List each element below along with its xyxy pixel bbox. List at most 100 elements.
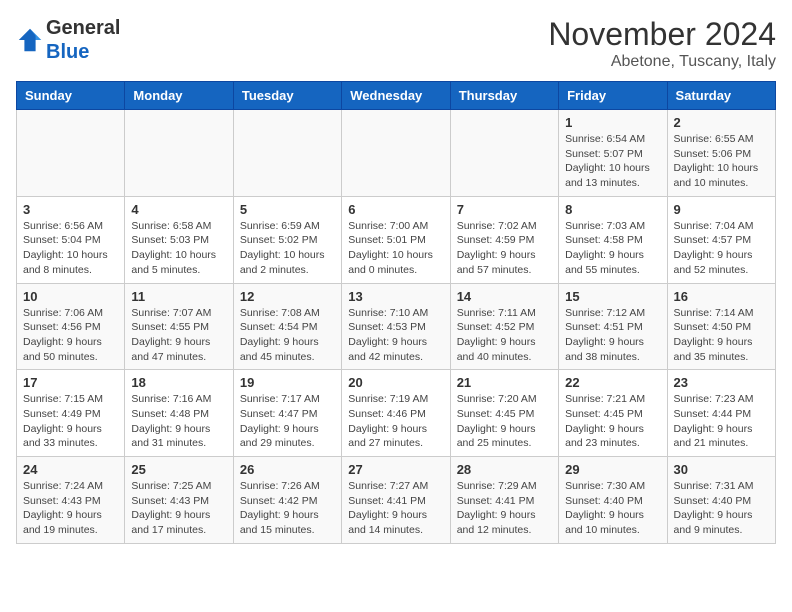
- calendar-cell: 2 Sunrise: 6:55 AM Sunset: 5:06 PM Daylig…: [667, 110, 775, 197]
- day-info: Sunrise: 7:20 AM Sunset: 4:45 PM Dayligh…: [457, 392, 552, 451]
- day-number: 3: [23, 202, 118, 217]
- day-info: Sunrise: 7:12 AM Sunset: 4:51 PM Dayligh…: [565, 306, 660, 365]
- calendar-cell: 29 Sunrise: 7:30 AM Sunset: 4:40 PM Dayli…: [559, 457, 667, 544]
- weekday-header: Thursday: [450, 82, 558, 110]
- calendar-header: SundayMondayTuesdayWednesdayThursdayFrid…: [17, 82, 776, 110]
- day-info: Sunrise: 7:10 AM Sunset: 4:53 PM Dayligh…: [348, 306, 443, 365]
- calendar-week-row: 1 Sunrise: 6:54 AM Sunset: 5:07 PM Daylig…: [17, 110, 776, 197]
- calendar-cell: 5 Sunrise: 6:59 AM Sunset: 5:02 PM Daylig…: [233, 196, 341, 283]
- day-number: 2: [674, 115, 769, 130]
- day-info: Sunrise: 7:03 AM Sunset: 4:58 PM Dayligh…: [565, 219, 660, 278]
- calendar-cell: 23 Sunrise: 7:23 AM Sunset: 4:44 PM Dayli…: [667, 370, 775, 457]
- day-number: 14: [457, 289, 552, 304]
- calendar-week-row: 24 Sunrise: 7:24 AM Sunset: 4:43 PM Dayli…: [17, 457, 776, 544]
- day-info: Sunrise: 7:31 AM Sunset: 4:40 PM Dayligh…: [674, 479, 769, 538]
- day-number: 29: [565, 462, 660, 477]
- calendar-cell: [125, 110, 233, 197]
- location: Abetone, Tuscany, Italy: [548, 53, 776, 71]
- day-number: 26: [240, 462, 335, 477]
- day-info: Sunrise: 7:11 AM Sunset: 4:52 PM Dayligh…: [457, 306, 552, 365]
- calendar-cell: 26Sunrise: 7:26 AM Sunset: 4:42 PM Dayli…: [233, 457, 341, 544]
- day-number: 27: [348, 462, 443, 477]
- month-title: November 2024: [548, 16, 776, 53]
- calendar-cell: 8 Sunrise: 7:03 AM Sunset: 4:58 PM Daylig…: [559, 196, 667, 283]
- day-number: 21: [457, 375, 552, 390]
- day-info: Sunrise: 7:29 AM Sunset: 4:41 PM Dayligh…: [457, 479, 552, 538]
- page-header: General Blue November 2024 Abetone, Tusc…: [16, 16, 776, 71]
- calendar-cell: [450, 110, 558, 197]
- day-info: Sunrise: 6:59 AM Sunset: 5:02 PM Dayligh…: [240, 219, 335, 278]
- day-info: Sunrise: 7:06 AM Sunset: 4:56 PM Dayligh…: [23, 306, 118, 365]
- day-info: Sunrise: 7:21 AM Sunset: 4:45 PM Dayligh…: [565, 392, 660, 451]
- day-number: 30: [674, 462, 769, 477]
- calendar-cell: [342, 110, 450, 197]
- day-info: Sunrise: 7:14 AM Sunset: 4:50 PM Dayligh…: [674, 306, 769, 365]
- calendar-week-row: 17Sunrise: 7:15 AM Sunset: 4:49 PM Dayli…: [17, 370, 776, 457]
- calendar-cell: 12 Sunrise: 7:08 AM Sunset: 4:54 PM Dayli…: [233, 283, 341, 370]
- day-number: 15: [565, 289, 660, 304]
- calendar-cell: 1 Sunrise: 6:54 AM Sunset: 5:07 PM Daylig…: [559, 110, 667, 197]
- day-info: Sunrise: 7:25 AM Sunset: 4:43 PM Dayligh…: [131, 479, 226, 538]
- day-info: Sunrise: 7:02 AM Sunset: 4:59 PM Dayligh…: [457, 219, 552, 278]
- calendar-cell: 25 Sunrise: 7:25 AM Sunset: 4:43 PM Dayli…: [125, 457, 233, 544]
- day-info: Sunrise: 7:27 AM Sunset: 4:41 PM Dayligh…: [348, 479, 443, 538]
- day-number: 16: [674, 289, 769, 304]
- day-number: 12: [240, 289, 335, 304]
- day-info: Sunrise: 6:54 AM Sunset: 5:07 PM Dayligh…: [565, 132, 660, 191]
- day-number: 11: [131, 289, 226, 304]
- day-number: 23: [674, 375, 769, 390]
- day-number: 20: [348, 375, 443, 390]
- day-number: 5: [240, 202, 335, 217]
- calendar-cell: 16 Sunrise: 7:14 AM Sunset: 4:50 PM Dayli…: [667, 283, 775, 370]
- calendar-cell: [17, 110, 125, 197]
- day-info: Sunrise: 6:56 AM Sunset: 5:04 PM Dayligh…: [23, 219, 118, 278]
- calendar-cell: 20Sunrise: 7:19 AM Sunset: 4:46 PM Dayli…: [342, 370, 450, 457]
- calendar-table: SundayMondayTuesdayWednesdayThursdayFrid…: [16, 81, 776, 544]
- calendar-cell: 24 Sunrise: 7:24 AM Sunset: 4:43 PM Dayli…: [17, 457, 125, 544]
- header-row: SundayMondayTuesdayWednesdayThursdayFrid…: [17, 82, 776, 110]
- weekday-header: Wednesday: [342, 82, 450, 110]
- day-number: 28: [457, 462, 552, 477]
- calendar-cell: 27 Sunrise: 7:27 AM Sunset: 4:41 PM Dayli…: [342, 457, 450, 544]
- calendar-cell: 9Sunrise: 7:04 AM Sunset: 4:57 PM Daylig…: [667, 196, 775, 283]
- calendar-cell: 17Sunrise: 7:15 AM Sunset: 4:49 PM Dayli…: [17, 370, 125, 457]
- day-number: 17: [23, 375, 118, 390]
- day-info: Sunrise: 6:55 AM Sunset: 5:06 PM Dayligh…: [674, 132, 769, 191]
- day-info: Sunrise: 7:30 AM Sunset: 4:40 PM Dayligh…: [565, 479, 660, 538]
- calendar-cell: 7Sunrise: 7:02 AM Sunset: 4:59 PM Daylig…: [450, 196, 558, 283]
- weekday-header: Sunday: [17, 82, 125, 110]
- calendar-cell: 28 Sunrise: 7:29 AM Sunset: 4:41 PM Dayli…: [450, 457, 558, 544]
- day-number: 25: [131, 462, 226, 477]
- weekday-header: Friday: [559, 82, 667, 110]
- day-number: 13: [348, 289, 443, 304]
- calendar-cell: 19Sunrise: 7:17 AM Sunset: 4:47 PM Dayli…: [233, 370, 341, 457]
- calendar-cell: 6 Sunrise: 7:00 AM Sunset: 5:01 PM Daylig…: [342, 196, 450, 283]
- day-info: Sunrise: 7:23 AM Sunset: 4:44 PM Dayligh…: [674, 392, 769, 451]
- calendar-cell: 30 Sunrise: 7:31 AM Sunset: 4:40 PM Dayli…: [667, 457, 775, 544]
- day-info: Sunrise: 7:16 AM Sunset: 4:48 PM Dayligh…: [131, 392, 226, 451]
- calendar-cell: [233, 110, 341, 197]
- calendar-cell: 4Sunrise: 6:58 AM Sunset: 5:03 PM Daylig…: [125, 196, 233, 283]
- day-number: 1: [565, 115, 660, 130]
- day-number: 24: [23, 462, 118, 477]
- day-number: 4: [131, 202, 226, 217]
- day-info: Sunrise: 7:24 AM Sunset: 4:43 PM Dayligh…: [23, 479, 118, 538]
- calendar-week-row: 10 Sunrise: 7:06 AM Sunset: 4:56 PM Dayli…: [17, 283, 776, 370]
- calendar-body: 1 Sunrise: 6:54 AM Sunset: 5:07 PM Daylig…: [17, 110, 776, 544]
- calendar-cell: 3 Sunrise: 6:56 AM Sunset: 5:04 PM Daylig…: [17, 196, 125, 283]
- day-info: Sunrise: 7:04 AM Sunset: 4:57 PM Dayligh…: [674, 219, 769, 278]
- day-info: Sunrise: 7:00 AM Sunset: 5:01 PM Dayligh…: [348, 219, 443, 278]
- day-number: 22: [565, 375, 660, 390]
- day-info: Sunrise: 7:17 AM Sunset: 4:47 PM Dayligh…: [240, 392, 335, 451]
- day-number: 10: [23, 289, 118, 304]
- day-number: 6: [348, 202, 443, 217]
- day-info: Sunrise: 7:08 AM Sunset: 4:54 PM Dayligh…: [240, 306, 335, 365]
- day-number: 18: [131, 375, 226, 390]
- logo: General Blue: [16, 16, 120, 64]
- calendar-cell: 13 Sunrise: 7:10 AM Sunset: 4:53 PM Dayli…: [342, 283, 450, 370]
- calendar-cell: 14 Sunrise: 7:11 AM Sunset: 4:52 PM Dayli…: [450, 283, 558, 370]
- title-block: November 2024 Abetone, Tuscany, Italy: [548, 16, 776, 71]
- day-number: 8: [565, 202, 660, 217]
- calendar-cell: 18 Sunrise: 7:16 AM Sunset: 4:48 PM Dayli…: [125, 370, 233, 457]
- logo-text: General Blue: [46, 16, 120, 64]
